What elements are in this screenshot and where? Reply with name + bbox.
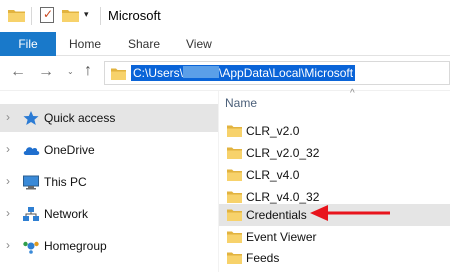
chevron-right-icon[interactable]: › [6, 110, 10, 124]
folder-icon [111, 68, 126, 80]
folder-icon [227, 252, 242, 264]
forward-arrow-icon[interactable]: → [38, 63, 54, 81]
chevron-right-icon[interactable]: › [6, 206, 10, 220]
qat-separator [100, 7, 101, 25]
file-name: Credentials [246, 208, 307, 222]
customize-toolbar-dropdown[interactable]: ▾ [84, 9, 89, 20]
nav-item-label: Quick access [44, 111, 116, 125]
list-item[interactable]: CLR_v2.0_32 [219, 142, 450, 164]
list-item[interactable]: Feeds [219, 247, 450, 269]
nav-item-onedrive[interactable]: › OneDrive [0, 136, 218, 164]
computer-icon [23, 175, 39, 190]
homegroup-icon [23, 241, 39, 254]
address-path-prefix: C:\Users\ [133, 66, 184, 80]
list-item[interactable]: CLR_v4.0 [219, 164, 450, 186]
up-arrow-icon[interactable]: ↑ [84, 62, 92, 80]
chevron-right-icon[interactable]: › [6, 174, 10, 188]
back-arrow-icon[interactable]: ← [10, 63, 26, 81]
properties-icon[interactable]: ✓ [40, 7, 54, 23]
nav-item-label: OneDrive [44, 143, 95, 157]
file-list: Name ^ CLR_v2.0 CLR_v2.0_32 CLR_v4.0 CLR… [219, 88, 450, 272]
file-name: Feeds [246, 251, 280, 265]
folder-icon [227, 169, 242, 181]
star-icon [23, 111, 39, 125]
window-title: Microsoft [108, 8, 161, 23]
list-item[interactable]: CLR_v2.0 [219, 120, 450, 142]
nav-item-label: This PC [44, 175, 87, 189]
cloud-icon [23, 147, 40, 155]
nav-item-this-pc[interactable]: › This PC [0, 168, 218, 196]
checkmark-icon: ✓ [43, 7, 54, 21]
nav-item-quick-access[interactable]: › Quick access [0, 104, 218, 132]
title-bar: ✓ ▾ Microsoft [0, 0, 450, 32]
ribbon: File Home Share View [0, 32, 450, 56]
network-icon [23, 207, 39, 221]
sort-ascending-icon: ^ [350, 88, 355, 99]
address-bar-row: ← → ⌄ ↑ C:\Users\ \AppData\Local\Microsof… [0, 56, 450, 90]
file-name: CLR_v2.0_32 [246, 146, 320, 160]
nav-item-label: Network [44, 207, 89, 221]
list-item[interactable]: Event Viewer [219, 226, 450, 248]
navigation-pane: › Quick access › OneDrive › This PC › Ne… [0, 91, 218, 272]
folder-icon [227, 231, 242, 243]
tab-file[interactable]: File [0, 32, 56, 56]
folder-icon [227, 209, 242, 221]
nav-item-network[interactable]: › Network [0, 200, 218, 228]
file-name: CLR_v4.0_32 [246, 190, 320, 204]
tab-share[interactable]: Share [128, 32, 160, 56]
chevron-right-icon[interactable]: › [6, 142, 10, 156]
nav-item-homegroup[interactable]: › Homegroup [0, 232, 218, 260]
new-folder-icon[interactable] [62, 8, 79, 22]
redacted-username [183, 66, 220, 78]
qat-separator [31, 7, 32, 25]
nav-item-label: Homegroup [44, 239, 107, 253]
address-input[interactable]: C:\Users\ \AppData\Local\Microsoft [104, 61, 450, 85]
file-name: CLR_v2.0 [246, 124, 300, 138]
address-path-suffix: \AppData\Local\Microsoft [219, 66, 354, 80]
red-arrow-annotation [310, 205, 390, 221]
recent-locations-icon[interactable]: ⌄ [67, 67, 74, 76]
file-name: CLR_v4.0 [246, 168, 300, 182]
file-name: Event Viewer [246, 230, 317, 244]
folder-icon [227, 191, 242, 203]
address-path[interactable]: C:\Users\ \AppData\Local\Microsoft [131, 65, 356, 81]
chevron-right-icon[interactable]: › [6, 238, 10, 252]
folder-icon [227, 125, 242, 137]
folder-icon[interactable] [8, 8, 25, 22]
tab-view[interactable]: View [186, 32, 212, 56]
tab-home[interactable]: Home [69, 32, 101, 56]
column-header-label: Name [225, 96, 258, 110]
column-header-name[interactable]: Name ^ [225, 88, 355, 110]
folder-icon [227, 147, 242, 159]
